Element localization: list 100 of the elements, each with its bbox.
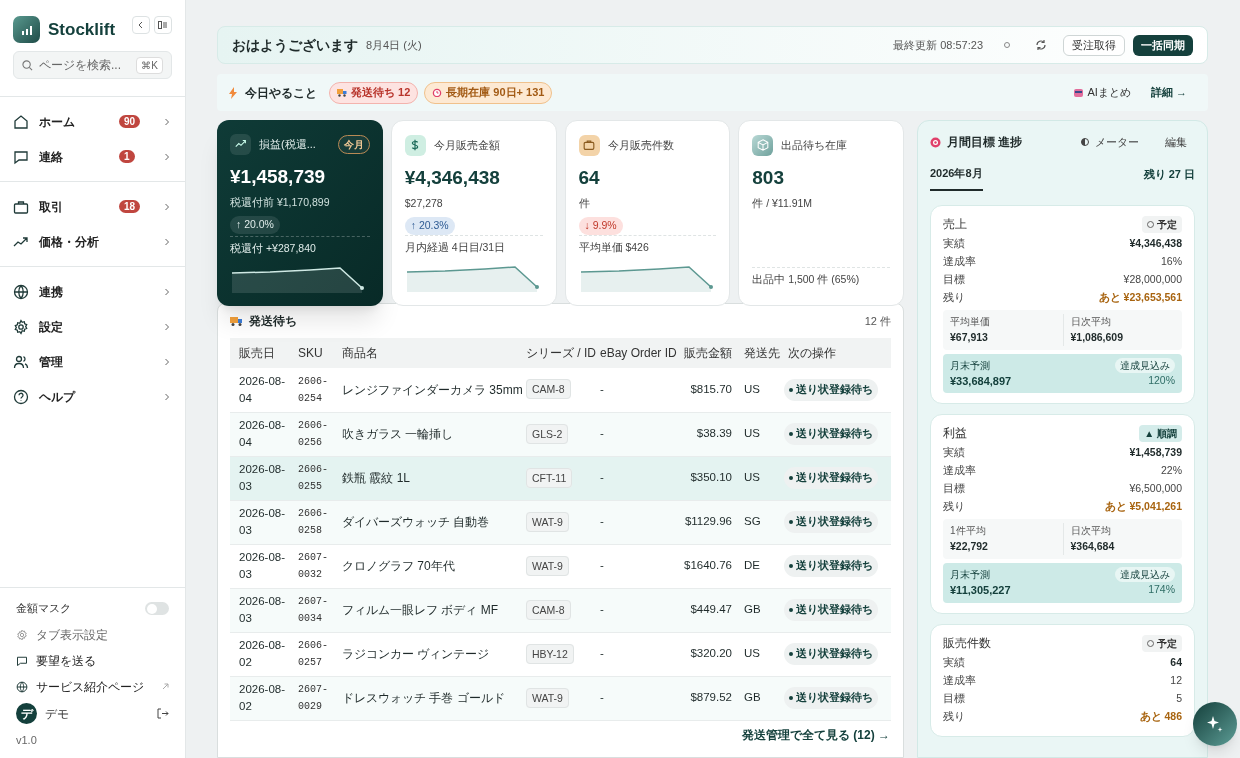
task-chip[interactable]: 長期在庫 90日+ 131	[424, 81, 553, 104]
status-pill[interactable]: 送り状登録待ち	[784, 378, 878, 401]
row-label: 残り	[943, 499, 965, 515]
mask-toggle[interactable]	[145, 602, 169, 615]
status-pill[interactable]: 送り状登録待ち	[784, 643, 878, 665]
column-header[interactable]: 商品名	[338, 338, 522, 368]
table-cell: レンジファインダーカメラ 35mm	[342, 382, 523, 397]
column-header[interactable]: SKU	[294, 338, 338, 368]
table-cell-text: 2026-08-03	[239, 462, 287, 494]
nav-item[interactable]: ホーム 90	[0, 104, 185, 139]
ai-assistant-button[interactable]	[1193, 702, 1237, 746]
table-cell: ドレスウォッチ 手巻 ゴールド	[342, 691, 505, 705]
table-row[interactable]: 2026-08-03 2607-0032 クロノグラフ 70年代 WAT-9 - $1640.76 DE 送り状登録待ち	[230, 544, 891, 588]
table-row[interactable]: 2026-08-04 2606-0254 レンジファインダーカメラ 35mm CAM-8 - $815.70 US 送り状登録待ち	[230, 368, 891, 412]
details-link[interactable]: 詳細 →	[1150, 84, 1187, 101]
chevron-icon	[164, 392, 170, 401]
search-bar[interactable]: ページを検索... ⌘K	[13, 51, 172, 79]
table-cell: クロノグラフ 70年代	[342, 559, 455, 573]
column-header[interactable]: シリーズ / ID	[522, 338, 596, 368]
header-button[interactable]: 一括同期	[1133, 34, 1193, 56]
column-header[interactable]: 販売日	[230, 338, 294, 368]
column-header[interactable]: 販売金額	[682, 338, 740, 368]
greeting: おはようございます	[232, 35, 358, 55]
status-pill[interactable]: 送り状登録待ち	[784, 423, 878, 445]
last-updated: 最終更新 08:57:23	[893, 37, 983, 53]
table-row[interactable]: 2026-08-02 2606-0257 ラジコンカー ヴィンテージ HBY-12 - $320.20 US 送り状登録待ち	[230, 632, 891, 676]
table-cell: $1640.76	[684, 559, 732, 572]
table-cell-text: 2026-08-02	[239, 638, 287, 670]
kpi-card[interactable]: 今月販売件数 64 件 ↓ 9.9% 平均単価 $426	[564, 120, 731, 306]
nav-item[interactable]: 価格・分析	[0, 224, 185, 259]
remaining-days: 残り 27 日	[1143, 166, 1195, 190]
table-cell: DE	[744, 559, 760, 572]
status-pill[interactable]: 送り状登録待ち	[784, 599, 878, 621]
nav-item[interactable]: 連携	[0, 274, 185, 309]
kpi-card[interactable]: 今月販売金額 ¥4,346,438 $27,278 ↑ 20.3% 月内経過 4日目/31日	[390, 120, 557, 306]
nav-item[interactable]: 取引 18	[0, 189, 185, 224]
count-badge: 18	[119, 200, 141, 213]
table-cell-text: 2607-0029	[298, 683, 329, 714]
forecast-value: ¥33,684,897	[950, 373, 1012, 389]
table-cell: US	[744, 427, 760, 440]
meter-button[interactable]: メーター	[1095, 133, 1139, 151]
row-value: あと ¥23,653,561	[1098, 289, 1182, 305]
logout-button[interactable]	[157, 708, 169, 719]
month-tab[interactable]: 2026年8月	[930, 165, 983, 191]
status-pill[interactable]: 送り状登録待ち	[784, 687, 878, 709]
nav-item[interactable]: ヘルプ	[0, 379, 185, 414]
kpi-card[interactable]: 出品待ち在庫 803 件 / ¥11.91M 出品中 1,500 件 (65%)	[738, 120, 904, 306]
chevron-icon	[164, 322, 170, 331]
kpi-card[interactable]: 損益(税還... 今月 ¥1,458,739 税還付前 ¥1,170,899 ↑ 20.0% 税還付 +¥287,840	[217, 120, 383, 306]
view-all-link[interactable]: 発送管理で全て見る (12) →	[742, 725, 890, 744]
column-header[interactable]: eBay Order ID	[596, 338, 682, 368]
series-tag: CFT-11	[526, 467, 573, 488]
row-label: 残り	[943, 708, 965, 724]
chevron-icon	[164, 237, 170, 246]
ai-summary-button[interactable]: AIまとめ	[1087, 84, 1131, 101]
header-button[interactable]: 受注取得	[1063, 34, 1125, 56]
nav-item[interactable]: 管理	[0, 344, 185, 379]
panel-toggle-button[interactable]	[154, 15, 172, 34]
status-pill[interactable]: 送り状登録待ち	[784, 467, 878, 489]
status-pill[interactable]: 送り状登録待ち	[784, 555, 878, 577]
row-value: あと ¥5,041,261	[1104, 499, 1182, 515]
table-cell: $38.39	[696, 427, 732, 440]
table-cell-text: 2606-0254	[298, 374, 329, 406]
stat-label: 日次平均	[1070, 314, 1112, 329]
column-header[interactable]: 次の操作	[784, 338, 891, 368]
table-row[interactable]: 2026-08-03 2606-0258 ダイバーズウォッチ 自動巻 WAT-9 - $1129.96 SG 送り状登録待ち	[230, 500, 891, 544]
sidebar-link[interactable]: タブ表示設定	[16, 625, 169, 644]
kpi-title: 今月販売金額	[433, 137, 500, 153]
table-row[interactable]: 2026-08-02 2607-0029 ドレスウォッチ 手巻 ゴールド WAT-9 - $879.52 GB 送り状登録待ち	[230, 676, 891, 720]
row-value: 64	[1170, 654, 1182, 670]
forecast-label: 月末予測	[950, 568, 990, 582]
nav-item[interactable]: 連絡 1	[0, 139, 185, 174]
count-badge: 1	[119, 150, 135, 163]
table-cell: -	[600, 647, 604, 660]
kpi-value: ¥4,346,438	[404, 166, 501, 190]
users-icon	[13, 353, 29, 370]
cube-icon	[755, 138, 770, 152]
table-cell: フィルム一眼レフ ボディ MF	[342, 603, 498, 617]
count-badge: 90	[119, 115, 141, 128]
edit-button[interactable]: 編集	[1165, 133, 1187, 151]
table-cell-text: 2606-0258	[298, 507, 329, 538]
refresh-icon[interactable]	[1035, 39, 1047, 51]
task-chip[interactable]: 発送待ち 12	[329, 81, 419, 104]
table-row[interactable]: 2026-08-04 2606-0256 吹きガラス 一輪挿し GLS-2 - $38.39 US 送り状登録待ち	[230, 412, 891, 456]
row-value: ¥6,500,000	[1129, 481, 1182, 497]
chat-bubble-icon	[16, 654, 28, 667]
table-row[interactable]: 2026-08-03 2607-0034 フィルム一眼レフ ボディ MF CAM-8 - $449.47 GB 送り状登録待ち	[230, 588, 891, 632]
goal-title: 販売件数	[943, 635, 991, 651]
sidebar-link[interactable]: 要望を送る	[16, 651, 169, 670]
status-pill[interactable]: 送り状登録待ち	[784, 511, 878, 533]
card-title: 発送待ち	[249, 313, 297, 330]
search-icon	[22, 59, 33, 71]
nav-item[interactable]: 設定	[0, 309, 185, 344]
column-header[interactable]: 発送先	[740, 338, 784, 368]
search-input[interactable]: ページを検索...	[39, 56, 131, 74]
table-row[interactable]: 2026-08-03 2606-0255 鉄瓶 霰紋 1L CFT-11 - $350.10 US 送り状登録待ち	[230, 456, 891, 500]
table-cell: US	[744, 383, 760, 396]
sidebar-icon	[158, 20, 168, 29]
table-cell-text: 2026-08-04	[239, 418, 287, 450]
sidebar-link[interactable]: サービス紹介ページ	[16, 677, 169, 696]
